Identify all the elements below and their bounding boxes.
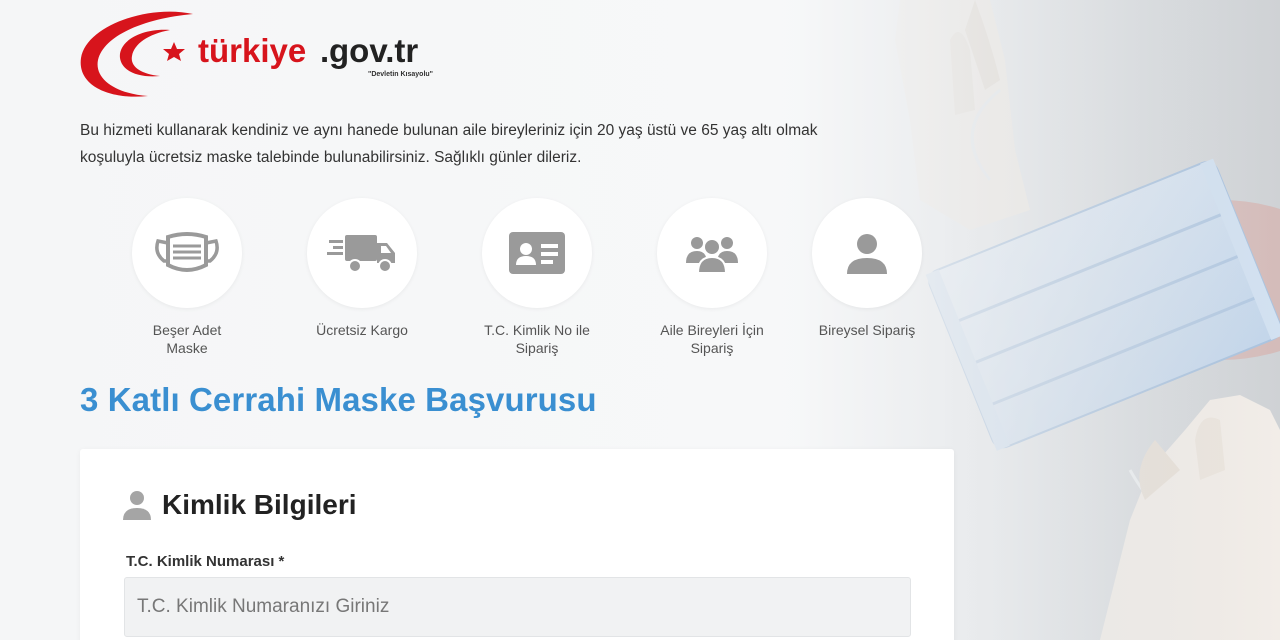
feature-label-line-1: Ücretsiz Kargo [316,322,408,338]
feature-circle [657,198,767,308]
tc-number-label: T.C. Kimlik Numarası * [126,553,285,570]
feature-label: Bireysel Sipariş [792,321,942,339]
feature-label: T.C. Kimlik No ile Sipariş [462,321,612,357]
page: türkiye . gov.tr "Devletin Kısayolu" Bu … [0,0,1280,640]
feature-item-family: Aile Bireyleri İçin Sipariş [637,198,787,357]
identity-form-card: Kimlik Bilgileri T.C. Kimlik Numarası * [80,449,954,640]
feature-circle [812,198,922,308]
logo-text-dot: . [320,32,329,69]
feature-label-line-2: Sipariş [515,340,559,356]
feature-item-individual: Bireysel Sipariş [792,198,942,339]
section-header: Kimlik Bilgileri [122,489,357,521]
user-icon [847,234,887,274]
feature-label-line-1: T.C. Kimlik No ile [484,322,590,338]
feature-label: Beşer Adet Maske [112,321,262,357]
intro-text: Bu hizmeti kullanarak kendiniz ve aynı h… [80,117,930,171]
feature-circle [307,198,417,308]
logo-slogan: "Devletin Kısayolu" [368,71,433,78]
feature-label-line-1: Bireysel Sipariş [818,322,916,338]
feature-label: Aile Bireyleri İçin Sipariş [637,321,787,357]
feature-label-line-2: Maske [166,340,208,356]
feature-label: Ücretsiz Kargo [287,321,437,339]
id-card-icon [509,232,565,274]
feature-label-line-1: Aile Bireyleri İçin [660,322,764,338]
logo-graphic: türkiye . gov.tr "Devletin Kısayolu" [80,11,433,97]
feature-item-mask: Beşer Adet Maske [112,198,262,357]
feature-circle [132,198,242,308]
feature-circle [482,198,592,308]
family-group-icon [686,237,738,273]
page-title: 3 Katlı Cerrahi Maske Başvurusu [80,381,597,418]
logo-text-turkiye: türkiye [198,32,306,69]
logo-text-gov: gov.tr [329,32,418,69]
surgical-mask-icon [155,232,219,272]
user-icon [123,491,151,520]
turkiye-gov-tr-logo[interactable]: türkiye . gov.tr "Devletin Kısayolu" [78,8,458,100]
tc-number-input[interactable] [124,577,911,637]
feature-label-line-2: Sipariş [690,340,734,356]
delivery-truck-icon [327,235,395,273]
feature-list: Beşer Adet Maske Ücretsiz Kargo T.C. Kim… [112,198,942,368]
feature-label-line-1: Beşer Adet [152,322,222,338]
intro-line-2: koşuluyla ücretsiz maske talebinde bulun… [80,149,582,166]
intro-line-1: Bu hizmeti kullanarak kendiniz ve aynı h… [80,122,818,139]
section-title: Kimlik Bilgileri [162,489,357,520]
feature-item-id: T.C. Kimlik No ile Sipariş [462,198,612,357]
feature-item-shipping: Ücretsiz Kargo [287,198,437,339]
